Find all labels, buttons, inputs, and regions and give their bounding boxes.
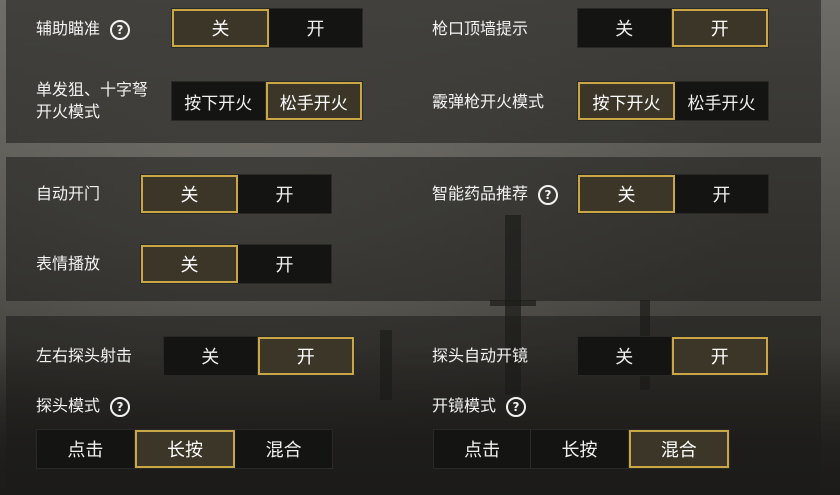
scope-mode-label-text: 开镜模式 (432, 396, 497, 415)
scope-mode-tap-option[interactable]: 点击 (434, 430, 532, 468)
fire-on-press-option[interactable]: 按下开火 (172, 82, 266, 120)
shotgun-fire-mode-toggle[interactable]: 按下开火 松手开火 (577, 81, 769, 121)
smart-med-off-option[interactable]: 关 (578, 175, 675, 213)
fire-on-release-option[interactable]: 松手开火 (265, 82, 362, 120)
lean-mode-label: 探头模式? (36, 395, 131, 417)
muzzle-wall-hint-label: 枪口顶墙提示 (432, 19, 529, 38)
lean-fire-toggle[interactable]: 关 开 (163, 336, 355, 376)
scope-mode-mixed-option[interactable]: 混合 (628, 430, 729, 468)
lean-mode-selector[interactable]: 点击 长按 混合 (36, 429, 333, 469)
auto-open-door-off-option[interactable]: 关 (141, 175, 238, 213)
aim-assist-on-option[interactable]: 开 (269, 9, 362, 47)
auto-open-door-on-option[interactable]: 开 (238, 175, 331, 213)
question-circle-icon[interactable]: ? (506, 396, 527, 417)
lean-fire-label: 左右探头射击 (36, 346, 133, 365)
smart-med-recommend-label-text: 智能药品推荐 (432, 184, 529, 203)
smart-med-recommend-label: 智能药品推荐? (432, 183, 559, 205)
emote-play-on-option[interactable]: 开 (238, 245, 331, 283)
question-circle-icon[interactable]: ? (110, 19, 131, 40)
smart-med-on-option[interactable]: 开 (675, 175, 768, 213)
shotgun-fire-mode-label: 霰弹枪开火模式 (432, 92, 545, 111)
muzzle-wall-hint-off-option[interactable]: 关 (578, 9, 672, 47)
lean-fire-on-option[interactable]: 开 (257, 337, 354, 375)
lean-auto-scope-off-option[interactable]: 关 (578, 337, 672, 375)
aim-assist-label-text: 辅助瞄准 (36, 19, 101, 38)
lean-mode-hold-option[interactable]: 长按 (134, 430, 236, 468)
aim-assist-toggle[interactable]: 关 开 (171, 8, 363, 48)
muzzle-wall-hint-on-option[interactable]: 开 (671, 9, 768, 47)
lean-auto-scope-toggle[interactable]: 关 开 (577, 336, 769, 376)
shotgun-fire-on-release-option[interactable]: 松手开火 (675, 82, 768, 120)
question-circle-icon[interactable]: ? (538, 184, 559, 205)
sniper-crossbow-fire-mode-label: 单发狙、十字弩 开火模式 (36, 79, 148, 123)
emote-play-off-option[interactable]: 关 (141, 245, 238, 283)
emote-play-toggle[interactable]: 关 开 (140, 244, 332, 284)
shotgun-fire-on-press-option[interactable]: 按下开火 (578, 82, 675, 120)
scope-mode-selector[interactable]: 点击 长按 混合 (433, 429, 730, 469)
auto-open-door-label: 自动开门 (36, 184, 101, 203)
lean-mode-tap-option[interactable]: 点击 (37, 430, 135, 468)
question-circle-icon[interactable]: ? (110, 396, 131, 417)
scope-mode-hold-option[interactable]: 长按 (531, 430, 629, 468)
sniper-crossbow-label-line2: 开火模式 (36, 102, 101, 121)
auto-open-door-toggle[interactable]: 关 开 (140, 174, 332, 214)
emote-play-label: 表情播放 (36, 254, 101, 273)
lean-fire-off-option[interactable]: 关 (164, 337, 258, 375)
lean-mode-mixed-option[interactable]: 混合 (235, 430, 332, 468)
aim-assist-label: 辅助瞄准? (36, 18, 131, 40)
sniper-crossbow-label-line1: 单发狙、十字弩 (36, 80, 149, 99)
aim-assist-off-option[interactable]: 关 (172, 9, 269, 47)
sniper-crossbow-fire-mode-toggle[interactable]: 按下开火 松手开火 (171, 81, 363, 121)
scope-mode-label: 开镜模式? (432, 395, 527, 417)
lean-auto-scope-on-option[interactable]: 开 (671, 337, 768, 375)
lean-mode-label-text: 探头模式 (36, 396, 101, 415)
lean-auto-scope-label: 探头自动开镜 (432, 346, 529, 365)
muzzle-wall-hint-toggle[interactable]: 关 开 (577, 8, 769, 48)
smart-med-recommend-toggle[interactable]: 关 开 (577, 174, 769, 214)
